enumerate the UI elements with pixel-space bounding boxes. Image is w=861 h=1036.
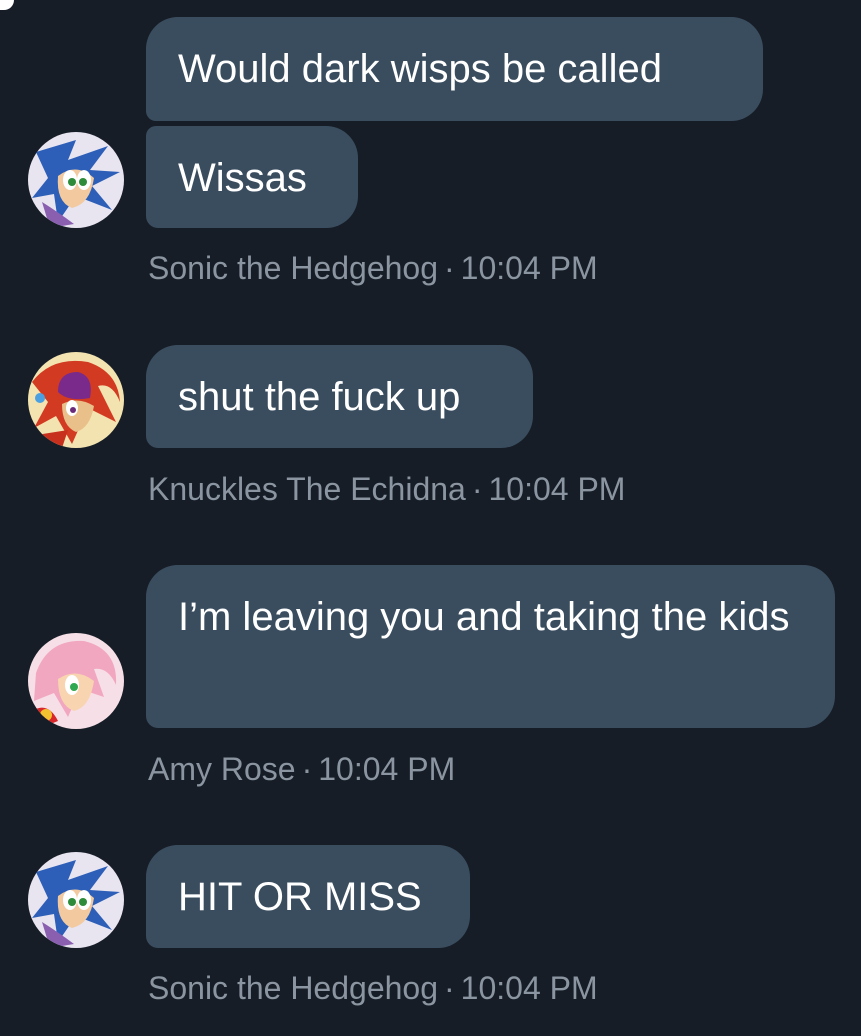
message-bubble[interactable]: Wissas	[146, 126, 358, 228]
sender-name[interactable]: Sonic the Hedgehog	[148, 970, 438, 1006]
message-bubble[interactable]: I’m leaving you and taking the kids	[146, 565, 835, 728]
message-text: Would dark wisps be called	[178, 47, 662, 91]
knuckles-avatar-icon[interactable]	[28, 352, 124, 448]
meta-separator: ·	[301, 751, 313, 787]
message-text: Wissas	[178, 156, 307, 200]
timestamp: 10:04 PM	[318, 751, 456, 787]
message-meta: Knuckles The Echidna · 10:04 PM	[148, 469, 625, 509]
message-text: HIT OR MISS	[178, 875, 422, 919]
sender-name[interactable]: Knuckles The Echidna	[148, 471, 466, 507]
message-meta: Sonic the Hedgehog · 10:04 PM	[148, 968, 598, 1008]
sender-name[interactable]: Sonic the Hedgehog	[148, 250, 438, 286]
window-corner	[0, 0, 14, 10]
amy-avatar-icon[interactable]	[28, 633, 124, 729]
message-text: I’m leaving you and taking the kids	[178, 595, 790, 639]
timestamp: 10:04 PM	[488, 471, 626, 507]
sonic-avatar-icon[interactable]	[28, 852, 124, 948]
message-meta: Sonic the Hedgehog · 10:04 PM	[148, 248, 598, 288]
sender-name[interactable]: Amy Rose	[148, 751, 296, 787]
meta-separator: ·	[444, 970, 455, 1006]
message-text: shut the fuck up	[178, 375, 461, 419]
message-bubble[interactable]: Would dark wisps be called	[146, 17, 763, 121]
meta-separator: ·	[471, 471, 483, 507]
sonic-avatar-icon[interactable]	[28, 132, 124, 228]
timestamp: 10:04 PM	[460, 970, 598, 1006]
message-bubble[interactable]: HIT OR MISS	[146, 845, 470, 948]
message-bubble[interactable]: shut the fuck up	[146, 345, 533, 448]
meta-separator: ·	[444, 250, 455, 286]
message-meta: Amy Rose · 10:04 PM	[148, 749, 455, 789]
timestamp: 10:04 PM	[460, 250, 598, 286]
